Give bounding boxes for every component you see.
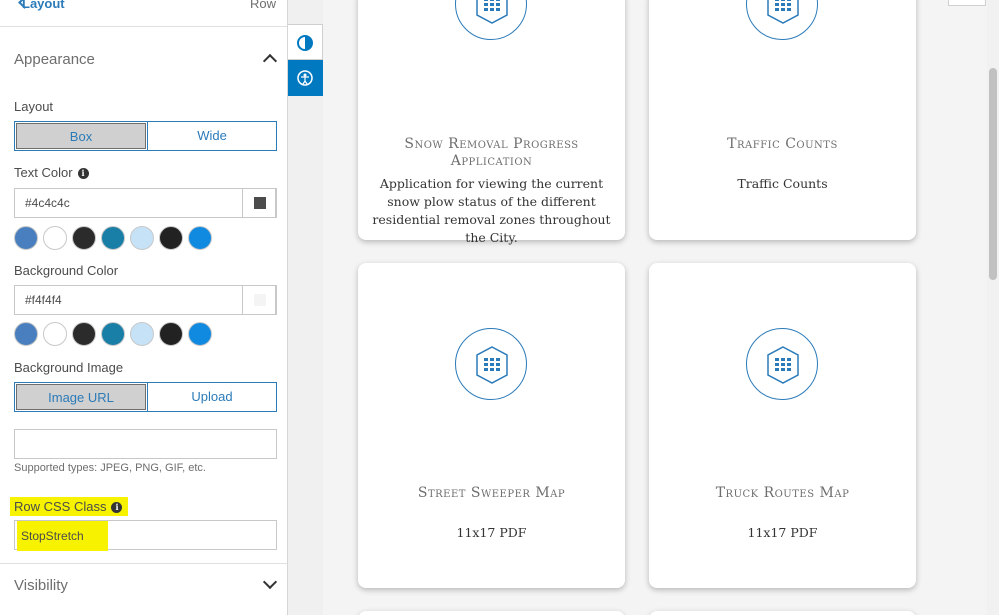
background-color-label: Background Color <box>14 263 119 278</box>
card[interactable]: Street Sweeper Map 11x17 PDF <box>358 263 625 588</box>
text-color-preview <box>254 197 266 209</box>
text-color-label-text: Text Color <box>14 165 73 180</box>
building-icon <box>746 0 818 40</box>
color-swatch[interactable] <box>159 322 183 346</box>
color-swatch[interactable] <box>188 226 212 250</box>
settings-panel: Layout Row Appearance Layout Box Wide Te… <box>0 0 288 615</box>
card-description: 11x17 PDF <box>456 525 527 540</box>
card-title[interactable]: Snow Removal Progress Application <box>368 136 615 170</box>
color-swatch[interactable] <box>43 226 67 250</box>
color-swatch[interactable] <box>101 322 125 346</box>
background-color-preview <box>254 294 266 306</box>
layout-label: Layout <box>14 99 54 114</box>
text-color-picker-button[interactable] <box>242 188 276 218</box>
color-swatch[interactable] <box>14 226 38 250</box>
card-description: Application for viewing the current snow… <box>372 176 611 245</box>
card-partial[interactable] <box>649 611 916 615</box>
building-icon <box>746 328 818 400</box>
card-title[interactable]: Traffic Counts <box>659 136 906 153</box>
top-right-control[interactable] <box>948 0 986 6</box>
card[interactable]: Traffic Counts Traffic Counts <box>649 0 916 240</box>
card-title[interactable]: Street Sweeper Map <box>368 485 615 502</box>
building-icon <box>455 0 527 40</box>
background-image-toggle[interactable]: Image URL Upload <box>14 382 277 412</box>
color-swatch[interactable] <box>72 226 96 250</box>
row-css-class-input[interactable]: StopStretch <box>14 520 277 551</box>
background-image-option-url[interactable]: Image URL <box>16 384 146 410</box>
card[interactable]: Snow Removal Progress Application Applic… <box>358 0 625 245</box>
background-color-input[interactable]: #f4f4f4 <box>14 285 277 315</box>
color-swatch[interactable] <box>101 226 125 250</box>
color-swatch[interactable] <box>14 322 38 346</box>
contrast-tab[interactable] <box>288 24 323 60</box>
scrollbar[interactable] <box>987 0 999 615</box>
info-icon[interactable]: i <box>111 502 123 513</box>
color-swatch[interactable] <box>130 226 154 250</box>
info-icon[interactable]: i <box>77 168 89 179</box>
color-swatch[interactable] <box>72 322 96 346</box>
divider <box>0 563 287 564</box>
row-css-class-value[interactable]: StopStretch <box>17 521 108 551</box>
color-swatch[interactable] <box>188 322 212 346</box>
row-css-class-label-text: Row CSS Class <box>14 499 107 514</box>
accessibility-tab[interactable] <box>288 60 323 96</box>
background-color-value[interactable]: #f4f4f4 <box>25 293 62 307</box>
background-color-swatches <box>14 322 212 346</box>
background-color-picker-button[interactable] <box>242 285 276 315</box>
content-area: Snow Removal Progress Application Applic… <box>323 0 987 615</box>
layout-option-box[interactable]: Box <box>16 123 146 149</box>
contrast-icon <box>297 35 313 51</box>
card-title[interactable]: Truck Routes Map <box>659 485 906 502</box>
text-color-swatches <box>14 226 212 250</box>
card[interactable]: Truck Routes Map 11x17 PDF <box>649 263 916 588</box>
visibility-section-title[interactable]: Visibility <box>14 577 68 594</box>
chevron-up-icon[interactable] <box>262 53 278 69</box>
layout-toggle[interactable]: Box Wide <box>14 121 277 151</box>
supported-types-hint: Supported types: JPEG, PNG, GIF, etc. <box>14 462 206 474</box>
text-color-label: Text Color i <box>14 165 89 180</box>
row-label: Row <box>249 0 276 11</box>
card-partial[interactable] <box>358 611 625 615</box>
scrollbar-thumb[interactable] <box>989 68 997 280</box>
card-description: Traffic Counts <box>737 176 828 191</box>
divider <box>0 26 287 27</box>
text-color-value[interactable]: #4c4c4c <box>25 196 70 210</box>
image-url-input[interactable] <box>14 429 277 459</box>
color-swatch[interactable] <box>130 322 154 346</box>
chevron-down-icon[interactable] <box>262 574 278 590</box>
layout-option-wide[interactable]: Wide <box>147 122 276 150</box>
panel-header: Layout Row <box>0 0 287 14</box>
text-color-input[interactable]: #4c4c4c <box>14 188 277 218</box>
background-image-label: Background Image <box>14 360 124 375</box>
card-description: 11x17 PDF <box>747 525 818 540</box>
color-swatch[interactable] <box>43 322 67 346</box>
background-image-option-upload[interactable]: Upload <box>147 383 276 411</box>
row-css-class-label: Row CSS Class i <box>10 497 129 516</box>
back-to-layout-link[interactable]: Layout <box>22 0 65 11</box>
color-swatch[interactable] <box>159 226 183 250</box>
accessibility-icon <box>297 70 313 86</box>
building-icon <box>455 328 527 400</box>
appearance-section-title[interactable]: Appearance <box>14 51 95 68</box>
